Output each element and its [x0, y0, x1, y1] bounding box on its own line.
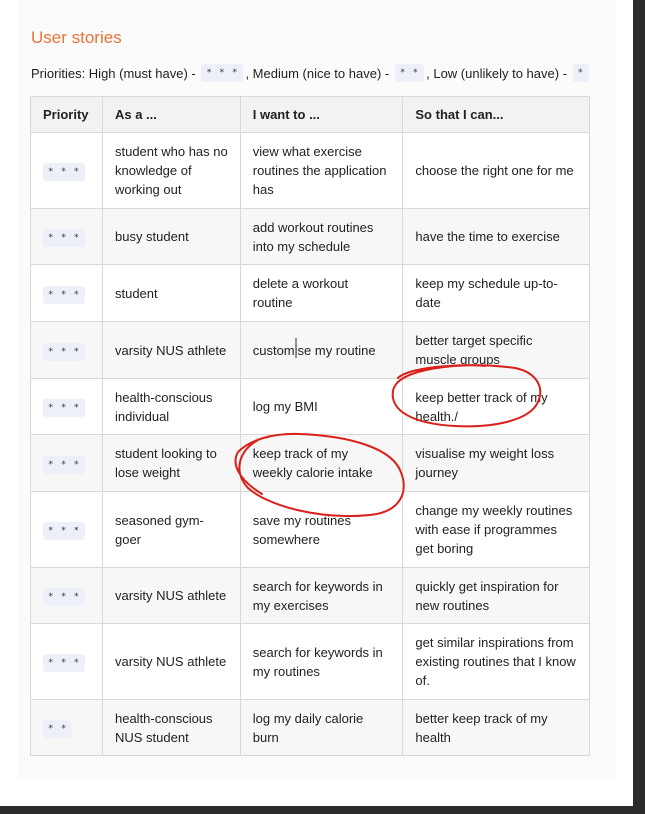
table-row: * * * varsity NUS athlete search for key… — [30, 623, 590, 700]
priorities-legend: Priorities: High (must have) - * * * , M… — [31, 64, 591, 82]
table-header-row: Priority As a ... I want to ... So that … — [30, 96, 590, 133]
cell-so-that: better target specific muscle groups — [402, 321, 590, 379]
cell-want: search for keywords in my exercises — [239, 567, 404, 624]
cell-as-a: student who has no knowledge of working … — [101, 132, 241, 209]
cell-so-that: visualise my weight loss journey — [402, 434, 590, 492]
cell-so-that: quickly get inspiration for new routines — [402, 567, 590, 624]
header-priority: Priority — [30, 96, 103, 133]
cell-want: delete a workout routine — [239, 264, 404, 322]
priority-badge: * * — [43, 720, 73, 738]
cell-as-a: seasoned gym-goer — [101, 491, 241, 568]
cell-as-a: busy student — [101, 208, 241, 265]
cell-so-that: better keep track of my health — [402, 699, 590, 756]
priority-badge: * * * — [43, 455, 86, 474]
priority-badge: * * * — [43, 285, 86, 304]
table-row: * * * health-conscious individual log my… — [30, 378, 590, 435]
priority-badge: * * * — [43, 522, 86, 540]
content-area: User stories Priorities: High (must have… — [18, 0, 616, 778]
cell-want: log my BMI — [239, 378, 404, 435]
document-page: User stories Priorities: High (must have… — [0, 0, 633, 806]
table-row: * * health-conscious NUS student log my … — [30, 699, 590, 756]
cell-so-that: get similar inspirations from existing r… — [402, 623, 590, 700]
cell-so-that: keep better track of my health./ — [402, 378, 590, 435]
cell-so-that: keep my schedule up-to-date — [402, 264, 590, 322]
priority-badge: * * * — [43, 399, 86, 417]
cell-so-that: have the time to exercise — [402, 208, 590, 265]
header-so-that: So that I can... — [402, 96, 590, 133]
priority-badge: * * * — [43, 654, 86, 672]
cell-as-a: student — [101, 264, 241, 322]
table-row: * * * student who has no knowledge of wo… — [30, 132, 590, 209]
cell-want: save my routines somewhere — [239, 491, 404, 568]
low-priority-badge: * — [572, 64, 590, 82]
priority-badge: * * * — [43, 342, 86, 361]
table-row: * * * varsity NUS athlete search for key… — [30, 567, 590, 624]
cell-as-a: health-conscious NUS student — [101, 699, 241, 756]
priority-badge: * * * — [43, 229, 86, 247]
table-row: * * * student delete a workout routine k… — [30, 264, 590, 322]
cell-as-a: varsity NUS athlete — [101, 567, 241, 624]
table-row: * * * seasoned gym-goer save my routines… — [30, 491, 590, 568]
cell-as-a: varsity NUS athlete — [101, 321, 241, 379]
cell-want: view what exercise routines the applicat… — [239, 132, 404, 209]
medium-priority-text: , Medium (nice to have) - — [245, 65, 390, 81]
cell-want: customise my routine — [239, 321, 404, 379]
cell-as-a: varsity NUS athlete — [101, 623, 241, 700]
table-row: * * * student looking to lose weight kee… — [30, 434, 590, 492]
cell-want: add workout routines into my schedule — [239, 208, 404, 265]
priorities-prefix: Priorities: High (must have) - — [31, 65, 196, 81]
cell-so-that: change my weekly routines with ease if p… — [402, 491, 590, 568]
page-title: User stories — [31, 28, 122, 47]
header-as-a: As a ... — [101, 96, 241, 133]
user-stories-table: Priority As a ... I want to ... So that … — [30, 96, 590, 756]
cell-want: log my daily calorie burn — [239, 699, 404, 756]
priority-badge: * * * — [43, 588, 86, 606]
header-i-want-to: I want to ... — [239, 96, 404, 133]
high-priority-badge: * * * — [201, 64, 244, 82]
cell-as-a: health-conscious individual — [101, 378, 241, 435]
cell-so-that: choose the right one for me — [402, 132, 590, 209]
cell-want: search for keywords in my routines — [239, 623, 404, 700]
table-row: * * * busy student add workout routines … — [30, 208, 590, 265]
cell-as-a: student looking to lose weight — [101, 434, 241, 492]
table-row: * * * varsity NUS athlete customise my r… — [30, 321, 590, 379]
medium-priority-badge: * * — [394, 64, 425, 82]
priority-badge: * * * — [43, 163, 86, 181]
cell-want: keep track of my weekly calorie intake — [239, 434, 404, 492]
low-priority-text: , Low (unlikely to have) - — [426, 65, 568, 81]
